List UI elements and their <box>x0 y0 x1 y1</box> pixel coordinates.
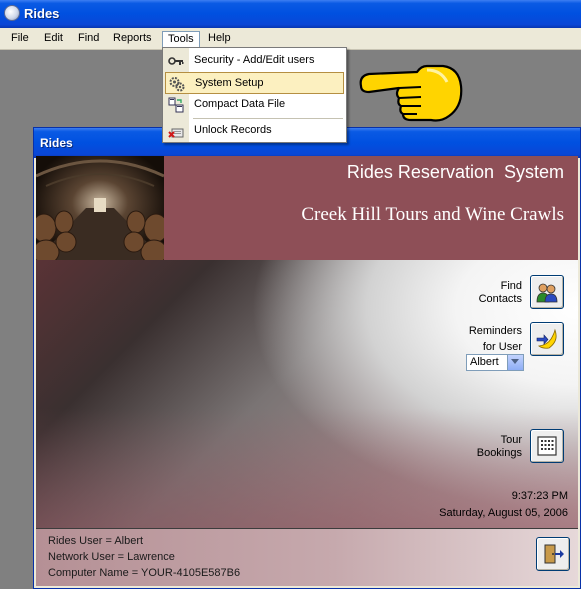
menu-help-label: Help <box>208 32 231 44</box>
compact-file-icon <box>168 97 184 113</box>
reminder-icon <box>536 328 557 349</box>
find-contacts-line1: Find <box>500 280 522 292</box>
menu-file[interactable]: File <box>6 31 34 48</box>
network-user-status: Network User = Lawrence <box>48 551 175 563</box>
menu-item-security-label: Security - Add/Edit users <box>194 54 315 66</box>
company-heading: Creek Hill Tours and Wine Crawls <box>301 204 564 225</box>
banner: Rides Reservation System Creek Hill Tour… <box>36 156 578 260</box>
menu-item-compact-data-file-label: Compact Data File <box>194 98 286 110</box>
contacts-icon <box>536 283 558 303</box>
inner-window: Rides Rides Reservation System Creek Hil… <box>33 127 581 589</box>
menu-find[interactable]: Find <box>73 31 104 48</box>
main-title-bar[interactable]: Rides <box>0 0 581 28</box>
exit-door-icon <box>544 544 564 564</box>
reminder-user-select[interactable]: Albert <box>466 354 524 371</box>
menu-tools-label: Tools <box>168 33 194 45</box>
menu-item-security[interactable]: Security - Add/Edit users <box>165 50 344 72</box>
status-footer: Rides User = Albert Network User = Lawre… <box>36 528 578 586</box>
menu-item-system-setup-label: System Setup <box>195 77 264 89</box>
calendar-icon <box>537 436 557 456</box>
pointing-hand-icon <box>359 64 463 122</box>
clock-time: 9:37:23 PM <box>511 490 568 502</box>
clock-date: Saturday, August 05, 2006 <box>439 507 568 519</box>
unlock-icon <box>168 123 184 139</box>
menu-edit-label: Edit <box>44 32 63 44</box>
chevron-down-icon[interactable] <box>507 355 523 370</box>
main-content-panel: Find Contacts Reminders for User Albert <box>36 260 578 528</box>
menu-item-unlock-records-label: Unlock Records <box>194 124 272 136</box>
find-contacts-button[interactable] <box>530 275 564 309</box>
clock: 9:37:23 PM Saturday, August 05, 2006 <box>439 488 568 522</box>
find-contacts-line2: Contacts <box>478 293 522 305</box>
inner-window-title: Rides <box>40 136 73 150</box>
tools-menu-dropdown: Security - Add/Edit users System Setup C… <box>162 47 347 143</box>
gears-icon <box>169 76 185 92</box>
reminders-line1: Reminders <box>468 325 522 337</box>
menu-item-system-setup[interactable]: System Setup <box>165 72 344 94</box>
menu-separator <box>193 118 343 119</box>
menu-find-label: Find <box>78 32 100 44</box>
computer-name-status: Computer Name = YOUR-4105E587B6 <box>48 567 241 579</box>
tour-bookings-button[interactable] <box>530 429 564 463</box>
reminders-line2: for User <box>482 341 522 353</box>
menu-reports[interactable]: Reports <box>108 31 157 48</box>
tour-bookings-label: Tour Bookings <box>477 434 522 460</box>
reminders-button[interactable] <box>530 322 564 356</box>
menu-file-label: File <box>11 32 29 44</box>
exit-button[interactable] <box>536 537 570 571</box>
system-heading: Rides Reservation System <box>346 162 564 182</box>
menu-item-compact-data-file[interactable]: Compact Data File <box>165 94 344 116</box>
menu-edit[interactable]: Edit <box>39 31 68 48</box>
app-icon <box>4 5 20 21</box>
window-title: Rides <box>24 6 60 21</box>
wine-cellar-photo <box>36 156 164 260</box>
menu-item-unlock-records[interactable]: Unlock Records <box>165 120 344 142</box>
key-icon <box>168 53 184 69</box>
rides-user-status: Rides User = Albert <box>48 535 144 547</box>
menu-help[interactable]: Help <box>203 31 236 48</box>
reminder-user-value: Albert <box>470 356 499 368</box>
reminders-label: Reminders for User <box>469 325 522 354</box>
menu-tools[interactable]: Tools <box>162 31 200 48</box>
tour-bookings-line1: Tour <box>500 434 522 446</box>
find-contacts-label: Find Contacts <box>479 280 522 306</box>
tour-bookings-line2: Bookings <box>476 447 522 459</box>
menu-reports-label: Reports <box>113 32 152 44</box>
